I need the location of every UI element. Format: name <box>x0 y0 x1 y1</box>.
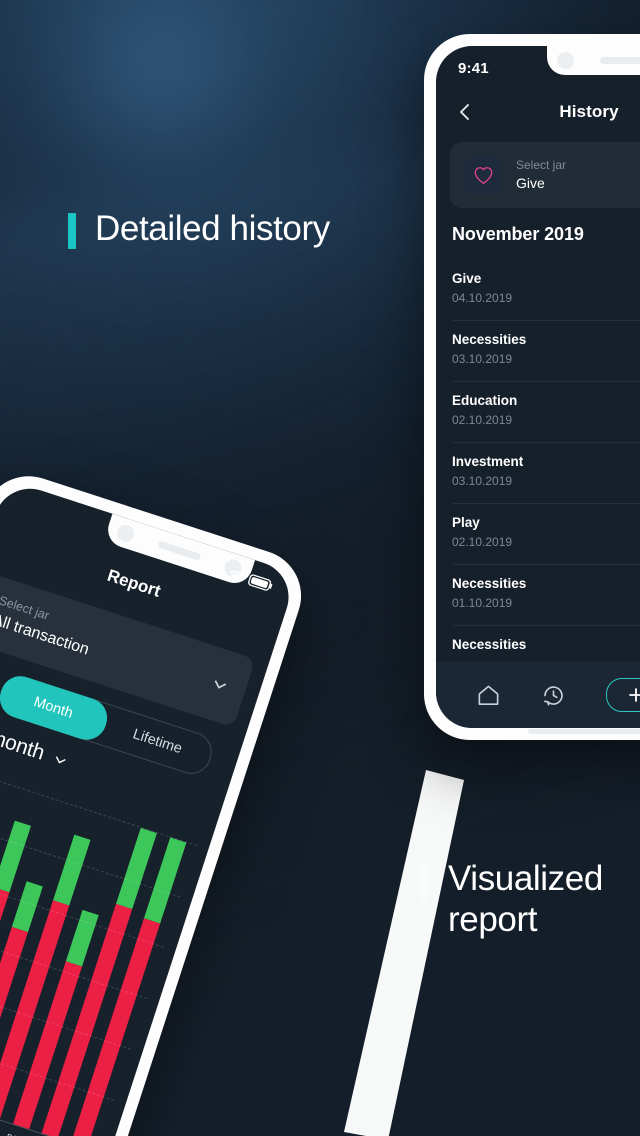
add-transaction-button[interactable] <box>606 678 640 712</box>
jar-selector[interactable]: Select jar Give <box>450 142 640 208</box>
segment-lifetime[interactable]: Lifetime <box>99 706 216 778</box>
home-indicator <box>528 729 640 734</box>
headline-text: Visualized report <box>448 859 603 940</box>
transaction-row[interactable]: Give 04.10.2019 <box>452 260 640 321</box>
jar-selector-label: Select jar <box>516 157 567 172</box>
headline-detailed-history: Detailed history <box>68 208 330 249</box>
month-label: November 2019 <box>452 224 584 244</box>
history-screen: 9:41 History Select jar Give November 20… <box>436 46 640 728</box>
transaction-row[interactable]: Necessities 03.10.2019 <box>452 321 640 382</box>
headline-text: Detailed history <box>95 209 330 248</box>
promo-screenshot: Detailed history Visualized report Repor… <box>0 0 640 1136</box>
transaction-date: 02.10.2019 <box>452 535 513 549</box>
transaction-row[interactable]: Investment 03.10.2019 <box>452 443 640 504</box>
front-camera-icon <box>114 522 137 544</box>
transaction-name: Necessities <box>452 576 527 591</box>
bottom-tab-bar[interactable] <box>436 662 640 728</box>
heart-icon <box>474 166 492 184</box>
accent-bar <box>420 864 428 900</box>
transaction-name: Give <box>452 271 482 286</box>
transaction-date: 02.10.2019 <box>452 413 513 427</box>
transaction-row[interactable]: Education 02.10.2019 <box>452 382 640 443</box>
status-bar: 9:41 <box>436 46 640 90</box>
transaction-date: 03.10.2019 <box>452 352 513 366</box>
transaction-name: Education <box>452 393 518 408</box>
earpiece-speaker <box>157 540 202 561</box>
chart-bar-segment-income <box>52 834 91 906</box>
history-phone-mockup: 9:41 History Select jar Give November 20… <box>424 34 640 740</box>
transaction-date: 04.10.2019 <box>452 291 513 305</box>
battery-icon <box>248 574 273 591</box>
headline-visualized-report: Visualized report <box>420 858 603 941</box>
jar-icon-container <box>464 156 502 194</box>
nav-bar: History <box>436 90 640 134</box>
chart-bar-segment-income <box>65 910 99 967</box>
transaction-name: Investment <box>452 454 524 469</box>
transaction-name: Necessities <box>452 637 527 652</box>
jar-text: Select jar Give <box>516 158 566 193</box>
transaction-date: 03.10.2019 <box>452 474 513 488</box>
transaction-name: Necessities <box>452 332 527 347</box>
transaction-row[interactable]: Necessities 01.10.2019 <box>452 565 640 626</box>
jar-selector-value: Give <box>516 174 545 191</box>
transaction-name: Play <box>452 515 480 530</box>
transaction-row[interactable]: Play 02.10.2019 <box>452 504 640 565</box>
home-icon[interactable] <box>476 683 501 708</box>
chevron-left-icon[interactable] <box>454 101 476 123</box>
plus-icon <box>629 688 640 702</box>
x-axis-tick-label: 5/19 <box>5 1132 28 1136</box>
transaction-list[interactable]: Give 04.10.2019 Necessities 03.10.2019 Educa… <box>436 260 640 660</box>
accent-bar <box>68 213 76 249</box>
chevron-down-icon <box>56 755 66 763</box>
status-time: 9:41 <box>458 59 489 77</box>
clock-history-icon[interactable] <box>541 683 566 708</box>
month-selector[interactable]: November 2019 <box>452 224 640 245</box>
transaction-date: 01.10.2019 <box>452 596 513 610</box>
